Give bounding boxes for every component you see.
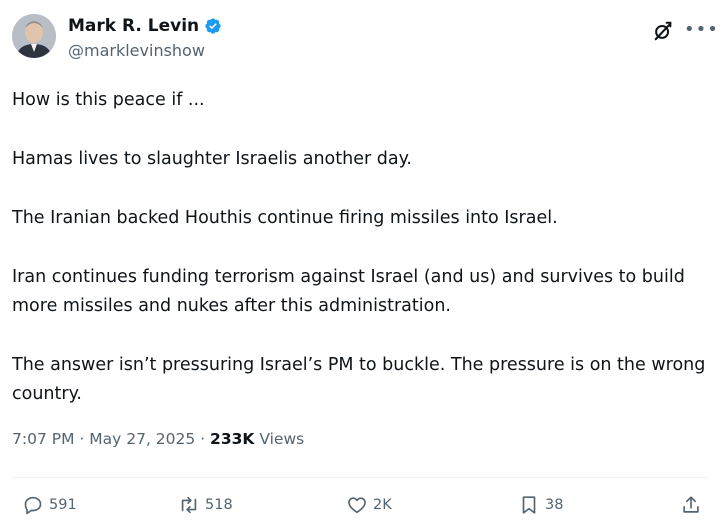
tweet-card: Mark R. Levin @marklevinshow ••• How is … <box>0 0 720 529</box>
share-icon <box>683 496 699 513</box>
tweet-paragraph: Iran continues funding terrorism against… <box>12 267 685 316</box>
like-button[interactable]: 2K <box>346 494 392 516</box>
tweet-date[interactable]: May 27, 2025 <box>89 430 195 448</box>
share-button[interactable] <box>680 494 702 516</box>
tweet-paragraph: The Iranian backed Houthis continue firi… <box>12 208 558 228</box>
avatar-image <box>12 14 56 58</box>
grok-icon[interactable] <box>652 20 674 42</box>
views-count[interactable]: 233K <box>210 430 254 448</box>
tweet-time[interactable]: 7:07 PM <box>12 430 74 448</box>
heart-icon <box>348 497 366 514</box>
views-label: Views <box>259 430 305 448</box>
verified-badge-icon <box>204 17 222 35</box>
repost-icon <box>181 496 197 514</box>
author-name[interactable]: Mark R. Levin <box>68 16 199 36</box>
more-options-icon[interactable]: ••• <box>684 19 718 41</box>
bookmark-button[interactable]: 38 <box>518 494 563 516</box>
tweet-paragraph: How is this peace if ... <box>12 90 205 110</box>
divider <box>12 477 708 478</box>
tweet-paragraph: The answer isn’t pressuring Israel’s PM … <box>12 355 706 404</box>
repost-button[interactable]: 518 <box>178 494 233 516</box>
author-handle[interactable]: @marklevinshow <box>68 41 205 60</box>
repost-count: 518 <box>205 497 233 513</box>
bookmark-icon <box>522 496 536 514</box>
meta-separator: · <box>74 430 90 448</box>
like-count: 2K <box>373 497 392 513</box>
action-bar: 591 518 2K 38 <box>0 490 720 524</box>
author-name-row: Mark R. Levin <box>68 14 222 38</box>
avatar[interactable] <box>12 14 56 58</box>
tweet-paragraph: Hamas lives to slaughter Israelis anothe… <box>12 149 412 169</box>
reply-count: 591 <box>49 497 77 513</box>
reply-button[interactable]: 591 <box>22 494 77 516</box>
tweet-text: How is this peace if ... Hamas lives to … <box>12 86 712 409</box>
reply-icon <box>24 496 42 515</box>
bookmark-count: 38 <box>545 497 564 513</box>
tweet-meta: 7:07 PM · May 27, 2025 · 233K Views <box>12 430 304 448</box>
meta-separator: · <box>195 430 211 448</box>
